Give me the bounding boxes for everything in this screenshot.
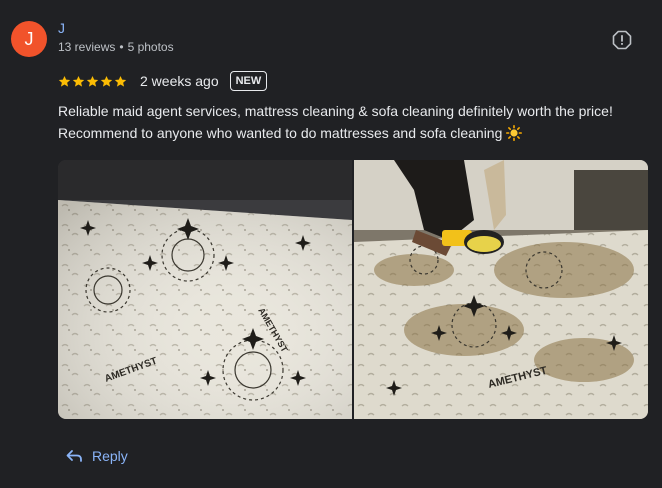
review-photos: AMETHYST AMETHYST AMETHYST bbox=[58, 160, 648, 419]
reply-icon bbox=[66, 450, 82, 462]
author-name[interactable]: J bbox=[58, 20, 65, 36]
review-text-line2: Recommend to anyone who wanted to do mat… bbox=[58, 125, 503, 141]
review-card: J J 13 reviews • 5 photos 2 weeks ago NEW … bbox=[0, 0, 662, 488]
meta-separator: • bbox=[119, 40, 124, 54]
photo-count: 5 photos bbox=[127, 40, 174, 54]
avatar-initial: J bbox=[24, 28, 34, 49]
star-icon bbox=[72, 75, 85, 87]
author-meta: 13 reviews • 5 photos bbox=[58, 40, 174, 54]
star-icon bbox=[114, 75, 127, 87]
review-time: 2 weeks ago bbox=[140, 73, 219, 89]
star-rating bbox=[58, 75, 127, 88]
new-badge: NEW bbox=[229, 71, 268, 91]
report-icon bbox=[612, 30, 632, 50]
star-icon bbox=[100, 75, 113, 87]
review-count: 13 reviews bbox=[58, 40, 116, 54]
reply-label: Reply bbox=[92, 448, 128, 464]
star-icon bbox=[86, 75, 99, 87]
star-icon bbox=[58, 75, 71, 87]
stained-mattress-cleaning-photo[interactable]: AMETHYST bbox=[354, 160, 648, 419]
report-button[interactable] bbox=[612, 30, 632, 50]
avatar[interactable]: J bbox=[11, 21, 47, 57]
rating-row: 2 weeks ago NEW bbox=[58, 69, 268, 93]
reply-button[interactable]: Reply bbox=[66, 444, 128, 468]
review-text-line1: Reliable maid agent services, mattress c… bbox=[58, 103, 613, 119]
review-text: Reliable maid agent services, mattress c… bbox=[58, 100, 658, 144]
clean-mattress-photo[interactable]: AMETHYST AMETHYST bbox=[58, 160, 352, 419]
sun-icon bbox=[506, 125, 523, 141]
